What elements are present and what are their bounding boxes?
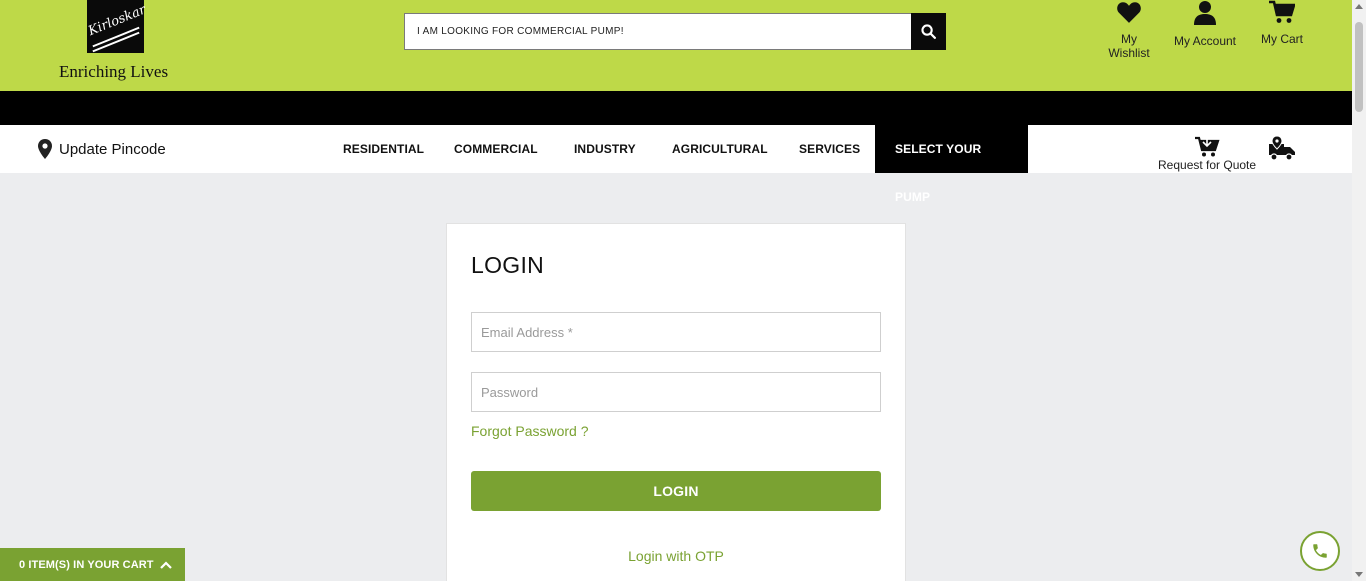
email-field[interactable]: [471, 312, 881, 352]
login-title: LOGIN: [471, 252, 545, 278]
nav-item-industry[interactable]: INDUSTRY: [574, 125, 636, 173]
location-pin-icon: [38, 139, 52, 159]
cart-icon: [1269, 0, 1295, 23]
main-nav: Update Pincode RESIDENTIAL COMMERCIAL IN…: [0, 125, 1352, 204]
header-divider-bar: [0, 91, 1366, 125]
nav-item-agricultural[interactable]: AGRICULTURAL: [672, 125, 768, 173]
scrollbar-thumb[interactable]: [1355, 22, 1363, 112]
password-field[interactable]: [471, 372, 881, 412]
account-label: My Account: [1173, 34, 1237, 48]
brand-tagline: Enriching Lives: [59, 62, 169, 81]
page-scrollbar[interactable]: [1352, 0, 1366, 581]
search-icon: [921, 24, 937, 40]
nav-item-commercial[interactable]: COMMERCIAL: [454, 125, 538, 173]
login-button[interactable]: LOGIN: [471, 471, 881, 511]
brand-logo[interactable]: Kirloskar: [86, 0, 148, 53]
mini-cart-label: 0 ITEM(S) IN YOUR CART: [19, 558, 154, 571]
nav-item-services[interactable]: SERVICES: [799, 125, 860, 173]
update-pincode-button[interactable]: Update Pincode: [38, 139, 166, 159]
pincode-label: Update Pincode: [59, 140, 166, 158]
nav-item-residential[interactable]: RESIDENTIAL: [343, 125, 424, 173]
scroll-down-arrow[interactable]: [1355, 572, 1363, 577]
chevron-up-icon: [159, 560, 172, 569]
delivery-tracking-button[interactable]: [1268, 135, 1296, 167]
site-header: Kirloskar Enriching Lives My Wishlist My…: [0, 0, 1366, 91]
mini-cart-tab[interactable]: 0 ITEM(S) IN YOUR CART: [0, 548, 185, 581]
delivery-truck-icon: [1269, 135, 1295, 161]
wishlist-link[interactable]: My Wishlist: [1099, 0, 1159, 60]
request-for-quote-button[interactable]: Request for Quote: [1158, 136, 1256, 172]
search-input[interactable]: [417, 26, 897, 37]
quote-cart-icon: [1195, 136, 1220, 157]
login-with-otp-link[interactable]: Login with OTP: [447, 548, 905, 564]
search-bar: [404, 13, 946, 50]
phone-icon: [1313, 544, 1327, 558]
nav-item-select-your-pump[interactable]: SELECT YOUR PUMP: [875, 125, 1028, 204]
cart-label: My Cart: [1261, 32, 1303, 46]
request-for-quote-label: Request for Quote: [1158, 158, 1257, 172]
cart-link[interactable]: My Cart: [1260, 0, 1304, 46]
heart-icon: [1117, 2, 1141, 23]
wishlist-label: My Wishlist: [1108, 32, 1150, 60]
user-icon: [1194, 1, 1216, 25]
forgot-password-link[interactable]: Forgot Password ?: [471, 423, 589, 439]
call-button[interactable]: [1300, 531, 1340, 571]
account-link[interactable]: My Account: [1173, 0, 1237, 48]
search-button[interactable]: [911, 13, 946, 50]
scroll-up-arrow[interactable]: [1355, 4, 1363, 9]
login-card: LOGIN Forgot Password ? LOGIN Login with…: [446, 223, 906, 581]
